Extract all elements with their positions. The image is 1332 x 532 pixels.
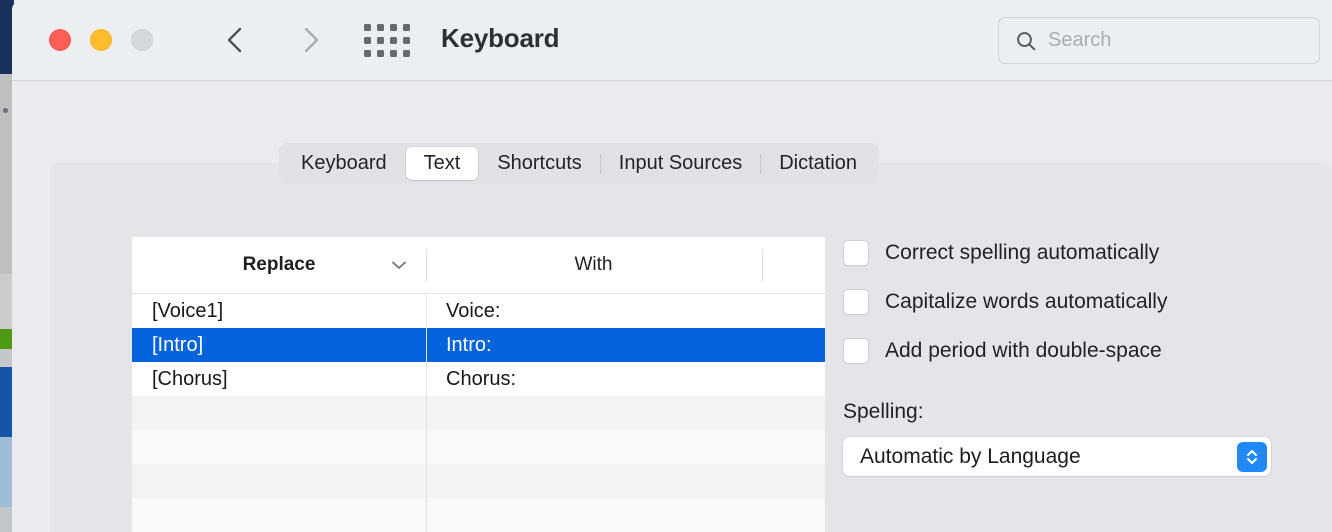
table-row[interactable]: [Voice1] Voice: — [132, 294, 825, 328]
column-header-with-label: With — [574, 254, 613, 275]
zoom-button[interactable] — [131, 29, 153, 51]
table-row-empty[interactable] — [132, 498, 825, 532]
minimize-button[interactable] — [90, 29, 112, 51]
search-field[interactable] — [998, 17, 1320, 64]
cell-replace — [132, 396, 426, 430]
table-row-empty[interactable] — [132, 464, 825, 498]
grid-dot — [390, 37, 397, 44]
table-header-row: Replace With — [132, 237, 825, 294]
keyboard-preferences-window: Keyboard Replace — [12, 0, 1332, 532]
show-all-grid-icon[interactable] — [364, 24, 410, 57]
checkbox-add-period[interactable] — [843, 338, 869, 364]
cell-with — [426, 498, 825, 532]
chevron-down-icon — [392, 261, 406, 269]
cell-with — [426, 464, 825, 498]
preferences-tab-bar: Keyboard Text Shortcuts Input Sources Di… — [279, 143, 880, 184]
column-divider[interactable] — [762, 249, 763, 282]
cell-replace: [Voice1] — [152, 299, 224, 322]
traffic-lights — [49, 29, 153, 51]
grid-dot — [403, 37, 410, 44]
grid-dot — [390, 24, 397, 31]
table-row[interactable]: [Chorus] Chorus: — [132, 362, 825, 396]
cell-with — [426, 430, 825, 464]
column-header-spacer — [761, 237, 823, 293]
table-body: [Voice1] Voice: [Intro] Intro: [Chorus] … — [132, 294, 825, 532]
cell-replace — [132, 430, 426, 464]
checkbox-label-correct-spelling: Correct spelling automatically — [885, 241, 1160, 264]
grid-dot — [364, 37, 371, 44]
text-preferences-panel: Replace With [Voice1] Voice: [Intro] Int… — [50, 163, 1332, 532]
tab-input-sources[interactable]: Input Sources — [601, 147, 760, 180]
tab-keyboard[interactable]: Keyboard — [283, 147, 405, 180]
desktop-background: Keyboard Replace — [0, 0, 1332, 532]
cell-with — [426, 396, 825, 430]
table-row-empty[interactable] — [132, 396, 825, 430]
cell-with: Chorus: — [446, 367, 517, 390]
chevron-up-down-glyph — [1247, 449, 1257, 464]
grid-dot — [364, 24, 371, 31]
checkbox-label-add-period: Add period with double-space — [885, 339, 1162, 362]
close-button[interactable] — [49, 29, 71, 51]
tab-dictation[interactable]: Dictation — [761, 147, 875, 180]
tab-text[interactable]: Text — [405, 147, 479, 180]
table-row-selected[interactable]: [Intro] Intro: — [132, 328, 825, 362]
grid-dot — [377, 37, 384, 44]
cell-replace — [132, 498, 426, 532]
chevron-up-down-icon[interactable] — [1237, 441, 1267, 472]
checkbox-row-capitalize-words[interactable]: Capitalize words automatically — [843, 282, 1303, 322]
search-icon — [1017, 32, 1036, 51]
grid-dot — [377, 50, 384, 57]
bg-dot-icon — [3, 108, 8, 113]
search-input[interactable] — [1048, 29, 1298, 52]
column-divider[interactable] — [426, 249, 427, 282]
window-title: Keyboard — [441, 23, 560, 53]
checkbox-correct-spelling[interactable] — [843, 240, 869, 266]
spelling-label: Spelling: — [843, 400, 924, 423]
column-header-with[interactable]: With — [426, 237, 761, 293]
column-header-replace-label: Replace — [242, 254, 316, 275]
column-header-replace[interactable]: Replace — [132, 237, 426, 293]
table-row-empty[interactable] — [132, 430, 825, 464]
spelling-selected-value: Automatic by Language — [860, 444, 1081, 468]
cell-replace: [Chorus] — [152, 367, 228, 390]
forward-button[interactable] — [293, 22, 329, 58]
grid-dot — [403, 50, 410, 57]
cell-replace: [Intro] — [152, 333, 204, 356]
grid-dot — [403, 24, 410, 31]
checkbox-label-capitalize-words: Capitalize words automatically — [885, 290, 1168, 313]
options-column: Correct spelling automatically Capitaliz… — [843, 233, 1303, 476]
tab-shortcuts[interactable]: Shortcuts — [479, 147, 599, 180]
checkbox-row-correct-spelling[interactable]: Correct spelling automatically — [843, 233, 1303, 273]
checkbox-capitalize-words[interactable] — [843, 289, 869, 315]
chevron-right-icon — [304, 27, 319, 53]
grid-dot — [364, 50, 371, 57]
grid-dot — [390, 50, 397, 57]
back-button[interactable] — [217, 22, 253, 58]
checkbox-row-add-period[interactable]: Add period with double-space — [843, 331, 1303, 371]
spelling-popup-button[interactable]: Automatic by Language — [843, 437, 1271, 476]
grid-dot — [377, 24, 384, 31]
cell-with: Voice: — [446, 299, 501, 322]
text-replacement-table[interactable]: Replace With [Voice1] Voice: [Intro] Int… — [132, 237, 825, 532]
cell-replace — [132, 464, 426, 498]
chevron-left-icon — [227, 27, 242, 53]
window-toolbar: Keyboard — [12, 0, 1332, 81]
cell-with: Intro: — [446, 333, 492, 356]
